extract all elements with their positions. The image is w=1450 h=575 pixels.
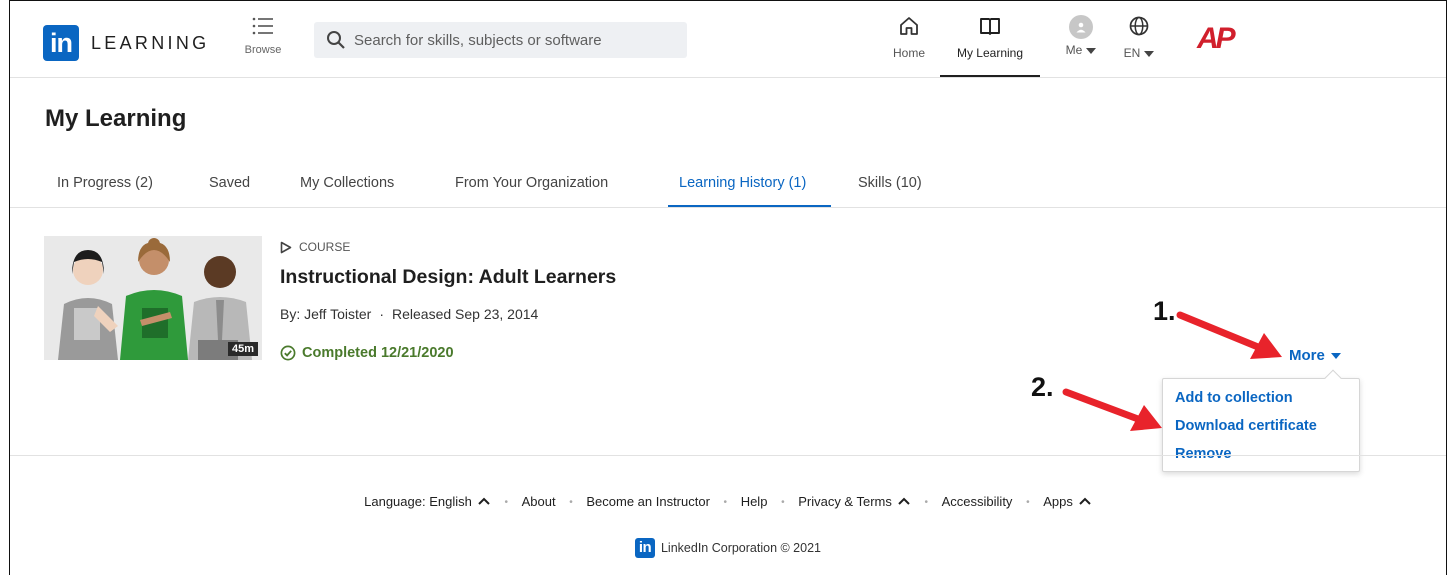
- completion-status: Completed 12/21/2020: [280, 345, 454, 361]
- caret-down-icon: [1144, 50, 1155, 57]
- more-label: More: [1289, 347, 1325, 364]
- home-icon: [900, 17, 918, 35]
- more-button[interactable]: More: [1289, 347, 1341, 364]
- tab-from-your-organization[interactable]: From Your Organization: [455, 175, 608, 191]
- annotation-arrow-2: [1062, 388, 1162, 431]
- chevron-up-icon: [898, 497, 910, 505]
- copyright-text: LinkedIn Corporation © 2021: [660, 541, 821, 555]
- footer-about[interactable]: About: [522, 494, 556, 509]
- tab-bar: In Progress (2) Saved My Collections Fro…: [10, 160, 1446, 208]
- course-release-date: Released Sep 23, 2014: [391, 306, 539, 322]
- footer-help[interactable]: Help: [741, 494, 768, 509]
- footer-privacy-terms[interactable]: Privacy & Terms: [798, 494, 911, 509]
- course-type-label: COURSE: [299, 240, 351, 254]
- search-icon: [327, 31, 345, 49]
- linkedin-logo-icon: in: [634, 538, 655, 558]
- page-title: My Learning: [45, 105, 187, 132]
- nav-home[interactable]: Home: [887, 15, 931, 60]
- avatar: [1069, 15, 1093, 39]
- footer-apps-label: Apps: [1043, 494, 1073, 509]
- top-navigation: in LEARNING Browse Home My Learning: [10, 1, 1446, 78]
- course-author: By: Jeff Toister: [280, 306, 372, 322]
- tab-in-progress[interactable]: In Progress (2): [57, 175, 153, 191]
- course-thumbnail[interactable]: 45m: [44, 236, 262, 360]
- nav-me-text: Me: [1065, 43, 1083, 57]
- footer-apps[interactable]: Apps: [1043, 494, 1092, 509]
- nav-language-text: EN: [1123, 46, 1141, 60]
- active-tab-indicator: [668, 205, 831, 207]
- menu-item-download-certificate[interactable]: Download certificate: [1175, 418, 1317, 434]
- organization-logo: AP: [1197, 22, 1236, 55]
- completion-date: Completed 12/21/2020: [302, 345, 454, 361]
- nav-home-label: Home: [892, 46, 925, 60]
- tab-skills[interactable]: Skills (10): [858, 175, 922, 191]
- logo-text: LEARNING: [91, 32, 210, 53]
- footer: Language: English • About • Become an In…: [10, 455, 1446, 575]
- search-bar: [314, 22, 687, 58]
- book-icon: [980, 18, 1000, 35]
- caret-down-icon: [1330, 352, 1341, 359]
- course-title[interactable]: Instructional Design: Adult Learners: [280, 266, 616, 289]
- annotation-arrow-1: [1176, 311, 1282, 359]
- course-meta: By: Jeff Toister · Released Sep 23, 2014: [280, 306, 538, 322]
- nav-me-label: Me: [1058, 43, 1104, 57]
- footer-separator: •: [504, 497, 508, 509]
- duration-badge: 45m: [227, 342, 258, 356]
- footer-separator: •: [723, 497, 728, 509]
- footer-accessibility[interactable]: Accessibility: [942, 494, 1013, 509]
- search-input[interactable]: [354, 22, 674, 58]
- footer-separator: •: [569, 497, 573, 509]
- globe-icon: [1129, 16, 1149, 36]
- annotation-step-2: 2.: [1031, 372, 1054, 402]
- caret-down-icon: [1086, 47, 1097, 54]
- person-icon: [1076, 22, 1086, 33]
- chevron-up-icon: [1079, 497, 1091, 505]
- tab-my-collections[interactable]: My Collections: [300, 175, 394, 191]
- chevron-up-icon: [478, 497, 490, 505]
- footer-links: Language: English • About • Become an In…: [10, 494, 1446, 509]
- footer-separator: •: [924, 497, 929, 509]
- footer-privacy-terms-label: Privacy & Terms: [798, 494, 892, 509]
- footer-become-instructor[interactable]: Become an Instructor: [586, 494, 710, 509]
- menu-item-add-to-collection[interactable]: Add to collection: [1175, 390, 1293, 406]
- tab-saved[interactable]: Saved: [209, 175, 250, 191]
- browse-button[interactable]: Browse: [237, 15, 289, 56]
- play-icon: [280, 241, 292, 253]
- linkedin-logo-icon: in: [43, 25, 79, 61]
- meta-separator: ·: [379, 306, 384, 322]
- linkedin-learning-logo[interactable]: in LEARNING: [43, 25, 209, 61]
- nav-my-learning-label: My Learning: [956, 46, 1024, 60]
- browse-label: Browse: [244, 44, 282, 56]
- course-type: COURSE: [280, 240, 350, 254]
- nav-my-learning[interactable]: My Learning: [940, 15, 1040, 77]
- nav-language[interactable]: EN: [1116, 15, 1162, 60]
- check-circle-icon: [280, 345, 296, 361]
- footer-language[interactable]: Language: English: [364, 494, 491, 509]
- footer-language-label: Language: English: [364, 494, 472, 509]
- footer-separator: •: [781, 497, 785, 509]
- nav-me[interactable]: Me: [1058, 15, 1104, 57]
- nav-language-label: EN: [1116, 46, 1162, 60]
- list-icon: [252, 17, 273, 35]
- tab-learning-history[interactable]: Learning History (1): [679, 175, 806, 191]
- footer-separator: •: [1026, 497, 1030, 509]
- copyright: in LinkedIn Corporation © 2021: [10, 538, 1446, 558]
